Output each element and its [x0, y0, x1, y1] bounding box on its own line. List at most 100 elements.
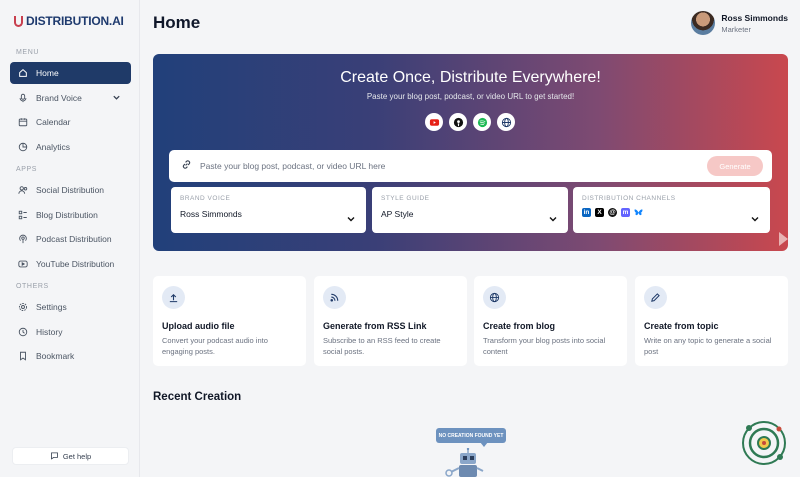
sidebar-item-label: Blog Distribution [36, 210, 98, 220]
sidebar-item-label: Brand Voice [36, 93, 82, 103]
distribution-channels-label: DISTRIBUTION CHANNELS [582, 195, 676, 202]
youtube-icon[interactable] [425, 113, 443, 131]
platform-list [425, 113, 515, 131]
sidebar-item-youtube-distribution[interactable]: YouTube Distribution [10, 253, 131, 275]
upload-icon [162, 286, 185, 309]
get-help-button[interactable]: Get help [12, 447, 129, 465]
sidebar-item-settings[interactable]: Settings [10, 296, 131, 318]
carousel-next-arrow-icon[interactable] [779, 232, 788, 246]
sidebar-item-podcast-distribution[interactable]: Podcast Distribution [10, 228, 131, 250]
create-from-topic-card[interactable]: Create from topic Write on any topic to … [635, 276, 788, 366]
sidebar-item-label: Settings [36, 302, 67, 312]
distribution-channels-select[interactable]: DISTRIBUTION CHANNELS in X @ m [573, 187, 770, 233]
social-icon [18, 185, 28, 195]
rss-link-card[interactable]: Generate from RSS Link Subscribe to an R… [314, 276, 467, 366]
sidebar-item-calendar[interactable]: Calendar [10, 111, 131, 133]
empty-state-bubble: NO CREATION FOUND YET [436, 428, 506, 443]
mastodon-icon: m [621, 208, 630, 217]
bubble-tail [480, 442, 488, 447]
x-icon: X [595, 208, 604, 217]
page-title: Home [153, 13, 201, 32]
hero-title: Create Once, Distribute Everywhere! [340, 69, 601, 86]
sidebar-item-label: Bookmark [36, 351, 75, 361]
sidebar-item-label: Social Distribution [36, 185, 105, 195]
get-help-label: Get help [62, 451, 92, 461]
sidebar-item-home[interactable]: Home [10, 62, 131, 84]
sidebar: DISTRIBUTION.AI MENU Home Brand Voice Ca… [0, 0, 140, 477]
sidebar-item-label: Podcast Distribution [36, 234, 112, 244]
sidebar-item-analytics[interactable]: Analytics [10, 136, 131, 158]
card-desc: Subscribe to an RSS feed to create socia… [323, 336, 441, 356]
card-desc: Convert your podcast audio into engaging… [162, 336, 268, 356]
brand-voice-select[interactable]: BRAND VOICE Ross Simmonds [171, 187, 366, 233]
card-title: Create from topic [644, 321, 719, 331]
apple-podcasts-icon[interactable] [449, 113, 467, 131]
section-label-others: OTHERS [16, 283, 49, 290]
bookmark-icon [18, 351, 28, 361]
spotify-icon[interactable] [473, 113, 491, 131]
avatar[interactable] [691, 11, 716, 35]
channel-icons: in X @ m [582, 208, 761, 217]
sidebar-item-label: Analytics [36, 142, 71, 152]
sidebar-item-label: History [36, 327, 63, 337]
pencil-icon [644, 286, 667, 309]
card-desc: Write on any topic to generate a social … [644, 336, 772, 356]
style-guide-value: AP Style [381, 209, 414, 219]
create-from-blog-card[interactable]: Create from blog Transform your blog pos… [474, 276, 627, 366]
chevron-down-icon [548, 211, 558, 229]
sidebar-item-label: YouTube Distribution [36, 259, 115, 269]
chevron-down-icon [750, 211, 760, 229]
section-label-menu: MENU [16, 49, 40, 56]
rss-icon [323, 286, 346, 309]
threads-icon: @ [608, 208, 617, 217]
home-icon [18, 68, 28, 78]
card-desc: Transform your blog posts into social co… [483, 336, 606, 356]
globe-icon [483, 286, 506, 309]
sidebar-item-bookmark[interactable]: Bookmark [10, 345, 131, 367]
linkedin-icon: in [582, 208, 591, 217]
hero-subtitle: Paste your blog post, podcast, or video … [366, 92, 575, 101]
generate-button[interactable]: Generate [707, 156, 763, 176]
sidebar-item-label: Home [36, 68, 59, 78]
blog-icon [18, 210, 28, 220]
analytics-icon [18, 142, 28, 152]
sidebar-item-social-distribution[interactable]: Social Distribution [10, 179, 131, 201]
card-title: Create from blog [483, 321, 556, 331]
calendar-icon [18, 117, 28, 127]
bluesky-icon [634, 208, 643, 217]
style-guide-label: STYLE GUIDE [381, 195, 430, 202]
gear-icon [18, 302, 28, 312]
web-icon[interactable] [497, 113, 515, 131]
section-label-apps: APPS [16, 166, 38, 173]
sidebar-item-blog-distribution[interactable]: Blog Distribution [10, 204, 131, 226]
target-widget-icon[interactable] [739, 418, 789, 468]
user-info: Ross Simmonds Marketer [721, 13, 788, 34]
sidebar-item-label: Calendar [36, 117, 71, 127]
style-guide-select[interactable]: STYLE GUIDE AP Style [372, 187, 568, 233]
logo-mark-icon [14, 15, 23, 27]
history-icon [18, 327, 28, 337]
logo[interactable]: DISTRIBUTION.AI [14, 14, 124, 28]
logo-text: DISTRIBUTION.AI [26, 14, 124, 28]
upload-audio-card[interactable]: Upload audio file Convert your podcast a… [153, 276, 306, 366]
url-bar: Generate [169, 150, 772, 182]
chevron-down-icon [346, 211, 356, 229]
user-profile[interactable]: Ross Simmonds Marketer [691, 11, 788, 35]
recent-creation-title: Recent Creation [153, 391, 242, 403]
podcast-icon [18, 234, 28, 244]
card-title: Upload audio file [162, 321, 235, 331]
hero-banner: Create Once, Distribute Everywhere! Past… [153, 54, 788, 251]
chevron-down-icon[interactable] [112, 93, 121, 104]
brand-voice-value: Ross Simmonds [180, 209, 242, 219]
sidebar-item-brand-voice[interactable]: Brand Voice [10, 87, 131, 109]
url-input[interactable] [200, 161, 690, 171]
user-name: Ross Simmonds [721, 12, 788, 23]
card-title: Generate from RSS Link [323, 321, 427, 331]
sidebar-item-history[interactable]: History [10, 321, 131, 343]
mic-icon [18, 93, 28, 103]
youtube-icon [18, 259, 28, 269]
brand-voice-label: BRAND VOICE [180, 195, 231, 202]
help-chat-icon [50, 451, 59, 462]
user-role: Marketer [721, 24, 751, 34]
robot-illustration-icon [445, 448, 484, 477]
